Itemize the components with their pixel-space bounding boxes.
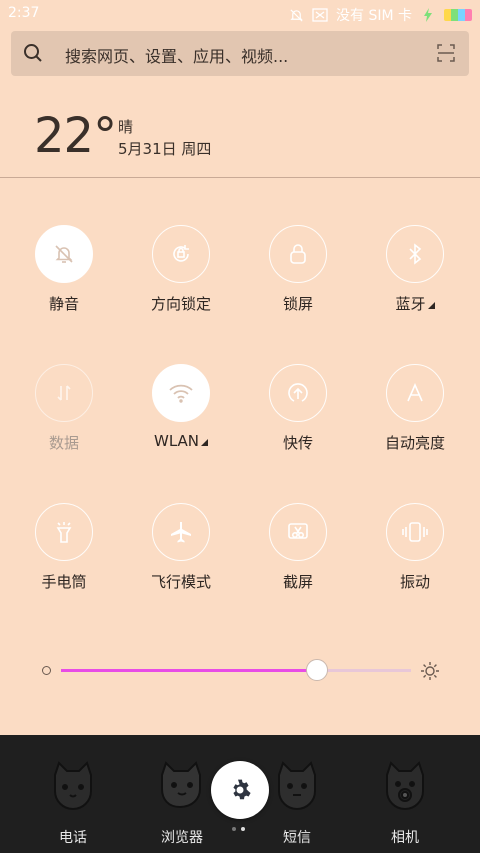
tile-flashlight[interactable]: 手电筒 — [9, 503, 119, 613]
tile-label: 截屏 — [282, 573, 313, 591]
camera-cat-icon — [386, 761, 424, 811]
auto-brightness-icon — [386, 364, 444, 422]
brightness-fill — [61, 669, 317, 672]
settings-button[interactable] — [211, 761, 269, 819]
messages-cat-icon — [278, 761, 316, 811]
tile-label: 锁屏 — [282, 295, 313, 313]
tile-label: WLAN — [154, 432, 208, 450]
tile-wlan[interactable]: WLAN — [126, 364, 236, 474]
dock-app-camera[interactable]: 相机 — [360, 753, 450, 848]
data-icon — [35, 364, 93, 422]
weather-date: 5月31日 周四 — [118, 140, 212, 158]
status-bar: 2:37 没有 SIM 卡 — [0, 0, 480, 28]
carrier-text: 没有 SIM 卡 — [336, 8, 412, 24]
vibrate-icon — [386, 503, 444, 561]
temperature: 22° — [34, 108, 117, 164]
mail-icon — [312, 7, 328, 23]
tile-label: 数据 — [48, 434, 79, 452]
status-time: 2:37 — [8, 5, 40, 21]
bluetooth-icon — [386, 225, 444, 283]
search-placeholder: 搜索网页、设置、应用、视频... — [65, 47, 289, 66]
menu-caret-icon — [201, 439, 208, 446]
tile-label: 快传 — [282, 434, 313, 452]
airplane-icon — [152, 503, 210, 561]
page-indicator — [232, 827, 245, 831]
brightness-low-icon — [42, 666, 51, 675]
tile-silent[interactable]: 静音 — [9, 225, 119, 335]
tile-data[interactable]: 数据 — [9, 364, 119, 474]
tile-rotation-lock[interactable]: 方向锁定 — [126, 225, 236, 335]
alarm-off-icon — [288, 7, 304, 23]
gear-icon — [233, 779, 251, 800]
quick-transfer-icon — [269, 364, 327, 422]
lock-icon — [269, 225, 327, 283]
search-icon — [23, 43, 43, 63]
tile-label: 飞行模式 — [150, 573, 211, 591]
wifi-icon — [152, 364, 210, 422]
browser-cat-icon — [161, 761, 201, 809]
search-bar[interactable]: 搜索网页、设置、应用、视频... — [11, 31, 469, 76]
tile-label: 自动亮度 — [384, 434, 445, 452]
dock-app-label: 电话 — [59, 830, 87, 846]
dock-app-phone[interactable]: 电话 — [28, 753, 118, 848]
tile-auto-brightness[interactable]: 自动亮度 — [360, 364, 470, 474]
tile-airplane[interactable]: 飞行模式 — [126, 503, 236, 613]
silent-icon — [35, 225, 93, 283]
screenshot-icon — [269, 503, 327, 561]
quick-settings-grid: 静音 方向锁定 锁屏 蓝牙 数据 WLAN 快传 自动亮度 手电筒 飞行模式 截… — [0, 225, 480, 625]
dock: 电话 浏览器 短信 相机 — [0, 735, 480, 853]
tile-label: 蓝牙 — [395, 293, 435, 314]
brightness-high-icon — [420, 661, 440, 681]
tile-label: 振动 — [399, 573, 430, 591]
battery-icon — [444, 9, 472, 21]
dock-app-label: 短信 — [283, 830, 311, 846]
phone-cat-icon — [54, 761, 92, 811]
menu-caret-icon — [427, 302, 435, 309]
tile-label: 静音 — [48, 295, 79, 313]
dock-app-label: 浏览器 — [161, 830, 203, 846]
charging-icon — [420, 7, 436, 23]
brightness-slider[interactable] — [0, 655, 480, 687]
tile-label: 手电筒 — [41, 573, 87, 591]
tile-vibrate[interactable]: 振动 — [360, 503, 470, 613]
flashlight-icon — [35, 503, 93, 561]
page-dot-active — [241, 827, 245, 831]
rotation-lock-icon — [152, 225, 210, 283]
tile-bluetooth[interactable]: 蓝牙 — [360, 225, 470, 335]
tile-screenshot[interactable]: 截屏 — [243, 503, 353, 613]
scan-icon[interactable] — [437, 44, 455, 62]
tile-quick-transfer[interactable]: 快传 — [243, 364, 353, 474]
dock-app-label: 相机 — [391, 830, 419, 846]
tile-lock-screen[interactable]: 锁屏 — [243, 225, 353, 335]
page-dot — [232, 827, 236, 831]
weather-condition: 晴 — [118, 118, 134, 136]
weather-card[interactable]: 22° 晴 5月31日 周四 — [0, 90, 480, 178]
tile-label: 方向锁定 — [150, 295, 211, 313]
brightness-thumb[interactable] — [305, 659, 328, 681]
